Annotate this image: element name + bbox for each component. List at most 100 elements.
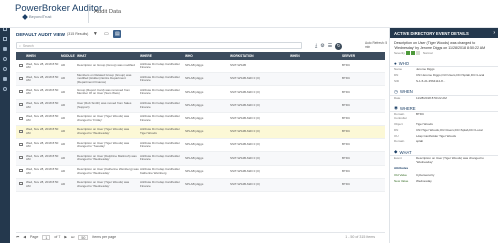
cell-module: AD: [61, 143, 66, 147]
cell-what: Description on User (Katherine Weinberg)…: [77, 168, 139, 175]
cell-workstation: SSIT-WS4B-Mdlr 0 (0): [230, 169, 260, 173]
cell-server: BTDC: [342, 156, 351, 160]
column-header[interactable]: WHO: [185, 54, 230, 58]
refresh-icon[interactable]: ↻: [335, 42, 343, 50]
column-header[interactable]: MODULE: [61, 54, 77, 58]
column-header[interactable]: WORKSTATION: [230, 54, 290, 58]
reports-icon[interactable]: [0, 44, 10, 54]
cell-server: BTDC: [342, 77, 351, 81]
settings-icon[interactable]: [0, 64, 10, 74]
per-page-label: items per page: [92, 235, 117, 239]
kv-value: Tiger Woods: [416, 121, 433, 126]
auto-refresh-label[interactable]: Auto Refresh: 5 min: [365, 41, 389, 49]
cell-who: SPLAB jdiggs: [185, 182, 204, 186]
help-icon[interactable]: [0, 84, 10, 94]
cell-workstation: SSIT-WS4B-Mdlr 0 (0): [230, 156, 260, 160]
page-label: Page: [30, 235, 39, 239]
cell-who: SPLAB jdiggs: [185, 143, 204, 147]
table-row[interactable]: Wed, Nov 28, 2018 8:50 AM AD User (Rob Smi…: [16, 99, 385, 113]
cell-where: Attribute Dn=Ldap Cardholder Katherine W…: [140, 168, 180, 175]
severity-level-2: [410, 51, 415, 56]
view-title[interactable]: DEFAULT AUDIT VIEW: [16, 32, 65, 37]
table-row[interactable]: Wed, Nov 28, 2018 8:50 AM AD Description o…: [16, 166, 385, 179]
table-row[interactable]: Wed, Nov 28, 2018 8:50 AM AD Description o…: [16, 113, 385, 126]
panel-header: ACTIVE DIRECTORY EVENT DETAILS ›: [390, 28, 498, 38]
cell-who: SPLAB jdiggs: [185, 156, 204, 160]
when-date: Date 11/28/2018 8:50:22 AM: [390, 96, 498, 102]
cell-module: AD: [61, 156, 66, 160]
columns-icon[interactable]: ☰: [328, 43, 332, 49]
column-header[interactable]: WHEN: [290, 54, 342, 58]
column-header[interactable]: SERVER: [342, 54, 385, 58]
table-row[interactable]: Wed, Nov 28, 2018 8:50 AM AD Members on Re…: [16, 73, 385, 87]
clock-icon: ◷: [394, 88, 399, 94]
row-icon: [16, 182, 26, 187]
cell-when: Wed, Nov 28, 2018 8:50 AM: [26, 115, 59, 122]
table-row[interactable]: Wed, Nov 28, 2018 8:50 AM AD Description o…: [16, 139, 385, 153]
what-title: WHAT: [399, 149, 412, 155]
column-header[interactable]: WHAT: [77, 54, 140, 58]
page-input[interactable]: 1: [42, 234, 51, 240]
what-section: ◆ WHAT: [390, 149, 498, 157]
vendor-name: BeyondTrust: [29, 14, 52, 19]
users-icon[interactable]: [0, 74, 10, 84]
kv-value: Jerome Diggs: [416, 67, 435, 72]
column-header[interactable]: WHERE: [140, 54, 185, 58]
cell-module: AD: [61, 77, 66, 81]
cell-where: Attribute Dn=Ldap Cardholder Finance: [140, 102, 180, 109]
prev-page-icon[interactable]: ◀: [23, 235, 26, 239]
vendor-logo: BeyondTrust: [22, 13, 52, 20]
when-section: ◷ WHEN: [390, 89, 498, 96]
pagination: ⏮ ◀ Page 1 of 7 ▶ ⏭ 50 items per page 1 …: [16, 232, 385, 241]
column-header[interactable]: WHEN: [26, 54, 61, 58]
next-page-icon[interactable]: ▶: [64, 235, 67, 239]
table-row[interactable]: Wed, Nov 28, 2018 8:50 AM AD Description o…: [16, 125, 385, 140]
table-row[interactable]: Wed, Nov 28, 2018 8:50 AM AD Description o…: [16, 178, 385, 192]
cell-what: Description on User (Tiger Woods) was ch…: [77, 115, 130, 122]
location-icon: ◉: [394, 105, 399, 111]
cell-workstation: SSIT-WS4B-Mdlr 0 (0): [230, 103, 260, 107]
app-name: PowerBroker Auditor: [15, 3, 103, 14]
row-icon: [16, 63, 26, 69]
search-input[interactable]: ⌕ Search: [16, 42, 302, 49]
app-header: PowerBroker Auditor BeyondTrust Audit Da…: [0, 0, 498, 28]
table-body: Wed, Nov 28, 2018 8:50 AM AD Description o…: [16, 60, 385, 192]
where-dc: Domain Controller BTDC: [390, 112, 498, 122]
who-title: WHO: [398, 60, 410, 66]
collapse-arrow-icon[interactable]: ›: [493, 30, 495, 36]
cell-server: BTDC: [342, 90, 351, 94]
last-page-icon[interactable]: ⏭: [71, 235, 74, 239]
kv-key: Event: [394, 156, 402, 161]
cell-what: Description on Group (Group) was modifie…: [77, 64, 135, 68]
folder-icon[interactable]: ▤: [113, 30, 122, 38]
audit-icon[interactable]: [0, 34, 10, 44]
save-icon[interactable]: ▭: [102, 30, 110, 38]
per-page-select[interactable]: 50: [78, 234, 89, 240]
kv-value: BTDC: [416, 112, 425, 117]
result-count: (315 Results): [67, 32, 89, 36]
alerts-icon[interactable]: [0, 54, 10, 64]
table-row[interactable]: Wed, Nov 28, 2018 8:50 AM AD Description o…: [16, 60, 385, 74]
download-icon[interactable]: ⤓: [315, 43, 317, 49]
settings-icon[interactable]: ⚙: [320, 43, 324, 49]
where-section: ◉ WHERE: [390, 105, 498, 113]
first-page-icon[interactable]: ⏮: [16, 235, 19, 239]
kv-value: CN=Jerome Diggs,OU=Users,DC=Splab,DC=Loc…: [416, 72, 485, 77]
attr-key: New Value: [394, 178, 409, 183]
table-row[interactable]: Wed, Nov 28, 2018 8:50 AM AD Description o…: [16, 152, 385, 166]
cell-what: Group (Report Card) was removed from Mem…: [77, 88, 131, 96]
table-tools: ⤓ ⚙ ☰ ↻: [315, 42, 343, 50]
filter-icon[interactable]: ▼: [91, 30, 99, 38]
severity-level-3: [415, 51, 420, 56]
cell-module: AD: [61, 169, 66, 173]
cell-workstation: SSIT-WS4B-Mdlr 0 (0): [230, 143, 260, 147]
header-divider: [88, 5, 89, 23]
cell-module: AD: [61, 90, 66, 94]
cell-what: Members on Related Group (Group) was mod…: [77, 73, 132, 85]
row-icon: [16, 103, 26, 108]
cell-where: Attribute Dn=Ldap Cardholder Finance: [140, 181, 180, 188]
row-icon: [16, 76, 26, 82]
table-row[interactable]: Wed, Nov 28, 2018 8:50 AM AD Group (Report…: [16, 86, 385, 100]
who-sid: SID S-1-5-21-3564112-8...: [390, 79, 498, 85]
cell-when: Wed, Nov 28, 2018 8:50 AM: [26, 62, 59, 70]
